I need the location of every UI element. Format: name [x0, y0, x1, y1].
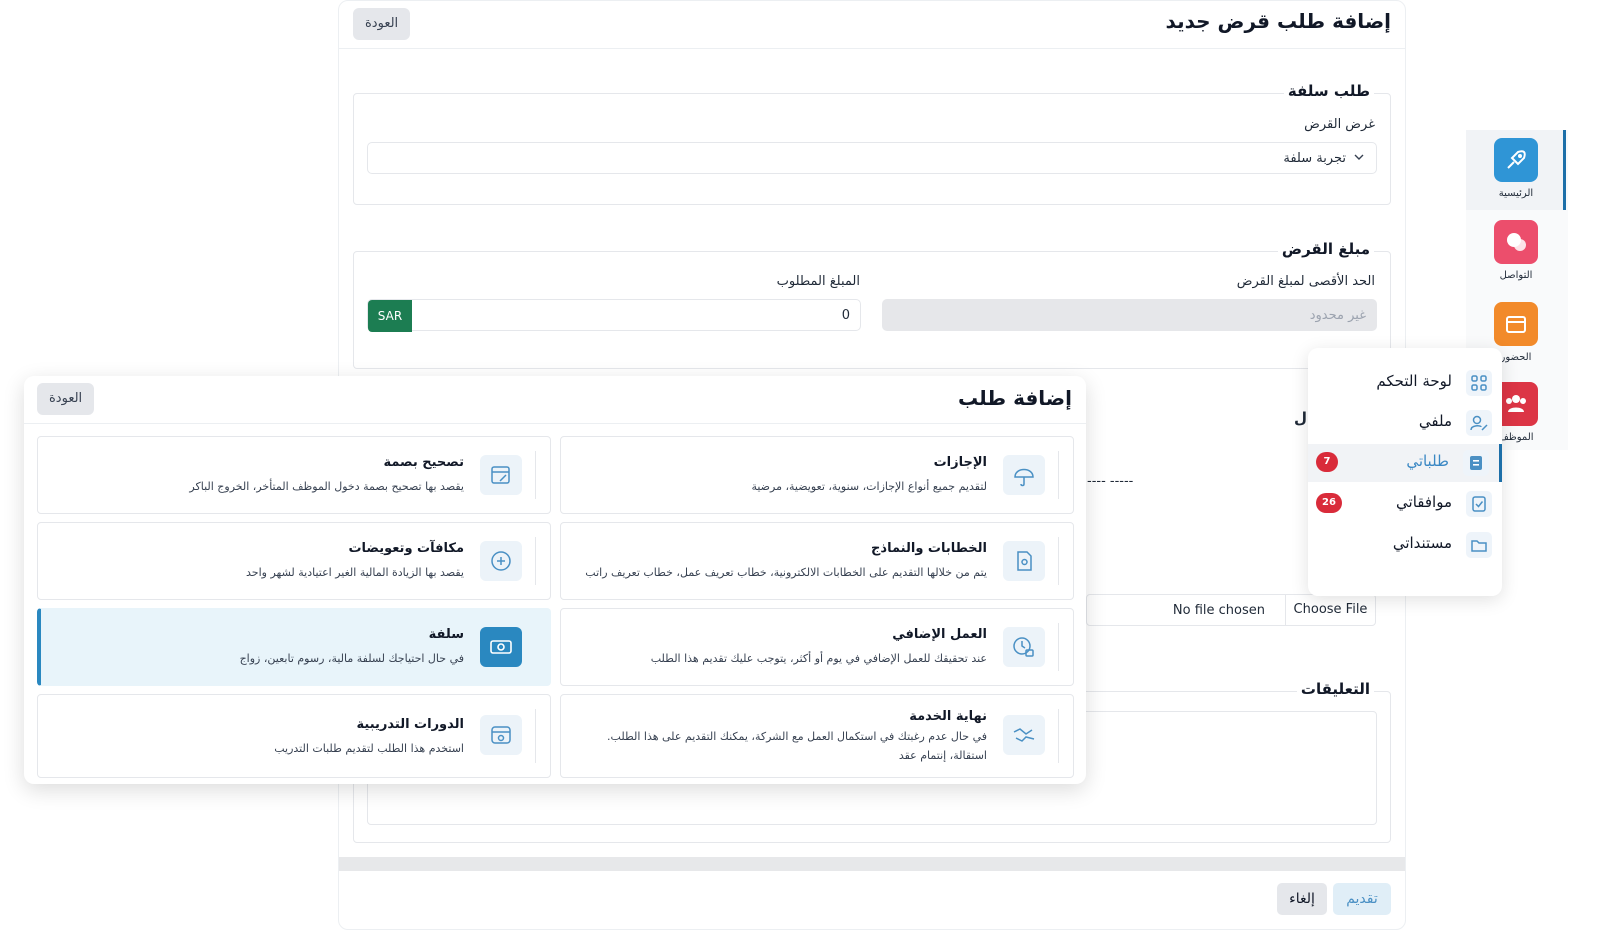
request-card-training[interactable]: الدورات التدريبية استخدم هذا الطلب لتقدي…	[37, 694, 551, 778]
sidebar-label: التواصل	[1499, 270, 1533, 281]
menu-item-my-requests[interactable]: طلباتي 7	[1308, 444, 1502, 482]
folder-icon	[1466, 532, 1492, 558]
menu-item-label: مستنداتي	[1392, 534, 1452, 552]
requests-menu: لوحة التحكم ملفي طلباتي 7 موافقاتي 26 مس…	[1308, 348, 1502, 596]
card-title: تصحيح بصمة	[383, 455, 464, 470]
requested-amount-input[interactable]: SAR 0	[367, 299, 861, 332]
approvals-count-badge: 26	[1316, 493, 1342, 513]
grid-icon	[1466, 370, 1492, 396]
approvals-icon	[1466, 491, 1492, 517]
menu-item-documents[interactable]: مستنداتي	[1308, 526, 1502, 564]
calendar-edit-icon	[480, 455, 522, 495]
requests-icon	[1463, 450, 1489, 476]
card-description: يتم من خلالها التقديم على الخطابات الالك…	[585, 566, 987, 579]
menu-item-label: موافقاتي	[1396, 493, 1452, 511]
card-title: الدورات التدريبية	[356, 717, 464, 732]
loan-purpose-label: غرض القرض	[1304, 117, 1375, 132]
handshake-icon	[1003, 715, 1045, 755]
modal-title: إضافة طلب	[957, 386, 1072, 410]
modal-back-button[interactable]: العودة	[37, 383, 95, 415]
money-icon	[480, 627, 522, 667]
document-icon	[1003, 541, 1045, 581]
umbrella-icon	[1003, 455, 1045, 495]
card-description: في حال عدم رغبتك في استكمال العمل مع الش…	[607, 730, 987, 762]
plus-circle-icon	[480, 541, 522, 581]
max-amount-label: الحد الأقصى لمبلغ القرض	[1236, 274, 1375, 289]
comments-legend: التعليقات	[1296, 680, 1374, 698]
menu-item-label: لوحة التحكم	[1376, 372, 1452, 390]
form-header: إضافة طلب قرض جديد العودة	[339, 1, 1405, 49]
calendar-icon	[1494, 302, 1538, 346]
loan-purpose-select[interactable]: تجربة سلفة	[367, 142, 1377, 174]
card-description: لتقديم جميع أنواع الإجازات، سنوية، تعويض…	[751, 480, 987, 493]
card-divider	[535, 709, 536, 763]
card-divider	[1058, 709, 1059, 763]
modal-header: إضافة طلب العودة	[24, 376, 1086, 424]
menu-item-label: طلباتي	[1406, 452, 1449, 470]
loan-purpose-value: تجربة سلفة	[1283, 151, 1346, 166]
sidebar-label: الرئيسية	[1498, 188, 1534, 199]
card-description: استخدم هذا الطلب لتقديم طلبات التدريب	[274, 742, 464, 755]
card-divider	[535, 451, 536, 499]
currency-badge: SAR	[368, 300, 412, 332]
loan-amount-legend: مبلغ القرض	[1277, 240, 1374, 258]
menu-item-label: ملفي	[1418, 412, 1452, 430]
max-amount-input: غير محدود	[882, 299, 1377, 331]
request-card-leaves[interactable]: الإجازات لتقديم جميع أنواع الإجازات، سنو…	[560, 436, 1074, 514]
requested-amount-value: 0	[841, 308, 850, 323]
user-edit-icon	[1466, 410, 1492, 436]
card-divider	[1058, 537, 1059, 585]
loan-request-legend: طلب سلفة	[1283, 82, 1374, 100]
card-divider	[535, 537, 536, 585]
card-description: يقصد بها تصحيح بصمة دخول الموظف المتأخر،…	[189, 480, 464, 493]
card-title: نهاية الخدمة	[909, 709, 987, 724]
menu-item-approvals[interactable]: موافقاتي 26	[1308, 485, 1502, 523]
file-input[interactable]: No file chosen Choose File	[1086, 594, 1376, 626]
card-description: في حال احتياجك لسلفة مالية، رسوم تابعين،…	[239, 652, 464, 665]
card-divider	[1058, 451, 1059, 499]
clock-lock-icon	[1003, 627, 1045, 667]
card-description: عند تحقيقك للعمل الإضافي في يوم أو أكثر،…	[650, 652, 987, 665]
chevron-down-icon	[1354, 154, 1364, 160]
file-name-text: No file chosen	[1172, 603, 1265, 618]
footer-divider	[339, 857, 1405, 871]
card-description: يقصد بها الزيادة المالية الغير اعتيادية …	[246, 566, 464, 579]
request-card-end-of-service[interactable]: نهاية الخدمة في حال عدم رغبتك في استكمال…	[560, 694, 1074, 778]
card-title: سلفة	[428, 627, 464, 642]
sidebar-item-home[interactable]: الرئيسية	[1466, 130, 1566, 210]
partial-legend: ل	[1293, 409, 1307, 427]
training-icon	[480, 715, 522, 755]
menu-item-profile[interactable]: ملفي	[1308, 404, 1502, 442]
card-title: الإجازات	[933, 455, 987, 470]
menu-item-dashboard[interactable]: لوحة التحكم	[1308, 364, 1502, 402]
request-card-fingerprint-correction[interactable]: تصحيح بصمة يقصد بها تصحيح بصمة دخول المو…	[37, 436, 551, 514]
sidebar-item-communication[interactable]: التواصل	[1466, 212, 1566, 292]
request-card-overtime[interactable]: العمل الإضافي عند تحقيقك للعمل الإضافي ف…	[560, 608, 1074, 686]
request-card-advance[interactable]: سلفة في حال احتياجك لسلفة مالية، رسوم تا…	[37, 608, 551, 686]
choose-file-button[interactable]: Choose File	[1285, 595, 1375, 625]
page-title: إضافة طلب قرض جديد	[1165, 9, 1391, 33]
requests-count-badge: 7	[1316, 452, 1338, 472]
rocket-icon	[1494, 138, 1538, 182]
card-divider	[1058, 623, 1059, 671]
back-button[interactable]: العودة	[353, 8, 411, 40]
cancel-button[interactable]: إلغاء	[1277, 883, 1327, 915]
chat-icon	[1494, 220, 1538, 264]
request-card-letters-forms[interactable]: الخطابات والنماذج يتم من خلالها التقديم …	[560, 522, 1074, 600]
card-title: الخطابات والنماذج	[871, 541, 987, 556]
submit-button[interactable]: تقديم	[1333, 883, 1391, 915]
requested-amount-label: المبلغ المطلوب	[776, 274, 860, 289]
request-card-bonuses[interactable]: مكافآت وتعويضات يقصد بها الزيادة المالية…	[37, 522, 551, 600]
dashes-text: ---- -----	[1087, 474, 1134, 489]
card-title: مكافآت وتعويضات	[348, 541, 464, 556]
max-amount-placeholder: غير محدود	[1309, 308, 1366, 323]
card-title: العمل الإضافي	[892, 627, 987, 642]
add-request-modal: إضافة طلب العودة الإجازات لتقديم جميع أن…	[24, 376, 1086, 784]
